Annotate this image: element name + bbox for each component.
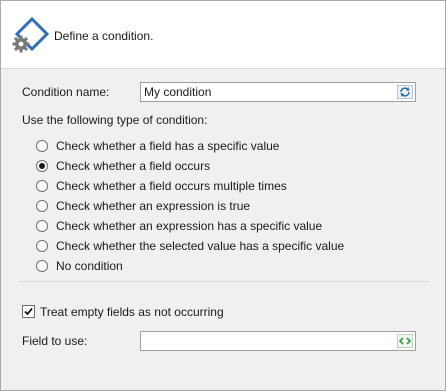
radio-label: Check whether an expression is true (56, 199, 251, 213)
radio-button[interactable] (36, 140, 48, 152)
radio-button[interactable] (36, 220, 48, 232)
checkmark-icon (24, 307, 33, 316)
radio-button[interactable] (36, 200, 48, 212)
radio-label: Check whether an expression has a specif… (56, 219, 323, 233)
diamond-gear-icon (12, 16, 50, 53)
field-picker-icon[interactable] (397, 334, 413, 348)
refresh-icon[interactable] (397, 85, 413, 99)
section-divider (19, 281, 429, 282)
radio-label: Check whether the selected value has a s… (56, 239, 345, 253)
radio-label: Check whether a field occurs multiple ti… (56, 179, 287, 193)
radio-button[interactable] (36, 240, 48, 252)
condition-name-label: Condition name: (22, 85, 110, 99)
field-to-use-label: Field to use: (22, 334, 88, 348)
condition-name-field[interactable] (140, 82, 416, 102)
treat-empty-checkbox[interactable] (22, 305, 35, 318)
radio-label: Check whether a field has a specific val… (56, 139, 280, 153)
field-to-use-input[interactable] (144, 333, 384, 349)
field-to-use-field[interactable] (140, 331, 416, 351)
condition-type-label: Use the following type of condition: (22, 113, 208, 127)
radio-button[interactable] (36, 180, 48, 192)
header-title: Define a condition. (54, 29, 154, 43)
treat-empty-label[interactable]: Treat empty fields as not occurring (40, 305, 224, 319)
radio-button[interactable] (36, 160, 48, 172)
radio-button[interactable] (36, 260, 48, 272)
radio-label: No condition (56, 259, 123, 273)
dialog-header: Define a condition. (1, 1, 445, 69)
condition-name-input[interactable] (144, 84, 384, 100)
dialog-frame: Define a condition. Condition name: Use … (0, 0, 446, 391)
radio-label: Check whether a field occurs (56, 159, 211, 173)
